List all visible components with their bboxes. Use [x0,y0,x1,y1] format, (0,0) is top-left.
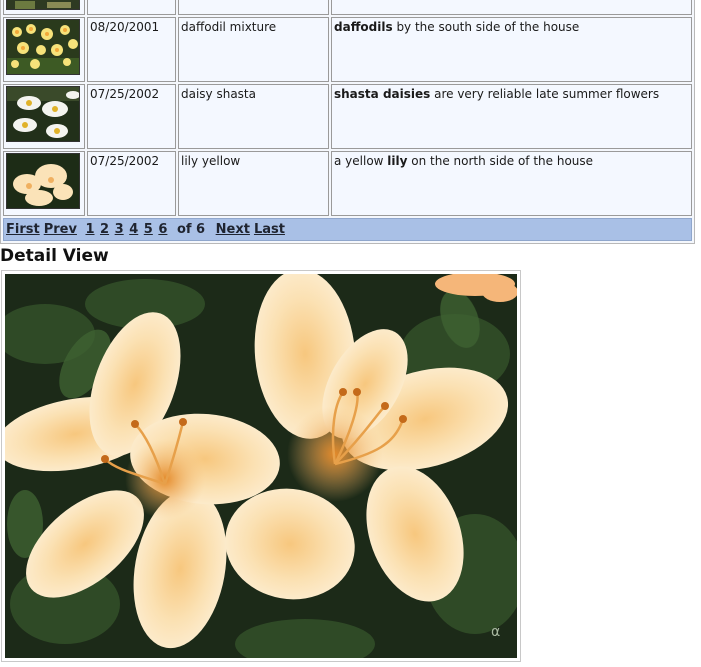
pager-page-link[interactable]: 1 [85,222,94,237]
photo-grid: 08/20/2001 daffodil mixture daffodils by… [0,0,695,244]
desc-post: are very reliable late summer flowers [430,87,660,101]
date-cell [87,0,176,15]
pager-last-link[interactable]: Last [254,222,285,237]
thumb-cell [3,84,85,149]
pager-next-link[interactable]: Next [216,222,250,237]
pager-page-count: of 6 [176,222,206,237]
pager-first-link[interactable]: First [6,222,40,237]
desc-pre: a yellow [334,154,388,168]
name-cell [178,0,329,15]
pager-page-link[interactable]: 2 [100,222,109,237]
thumb-cell [3,151,85,216]
table-row[interactable]: 07/25/2002 daisy shasta shasta daisies a… [3,84,692,149]
name-cell: lily yellow [178,151,329,216]
pager-bar: First Prev 1 2 3 4 5 6 of 6 Next Last [3,218,692,241]
yellow-lily-photo: α [5,274,517,658]
table-row[interactable]: 08/20/2001 daffodil mixture daffodils by… [3,17,692,82]
description-cell [331,0,692,15]
pager-page-link[interactable]: 5 [144,222,153,237]
desc-post: on the north side of the house [407,154,594,168]
daffodil-thumbnail[interactable] [6,19,80,75]
date-cell: 07/25/2002 [87,84,176,149]
lily-thumbnail[interactable] [6,153,80,209]
name-cell: daisy shasta [178,84,329,149]
description-cell: shasta daisies are very reliable late su… [331,84,692,149]
image-watermark: α [491,624,500,640]
description-cell: daffodils by the south side of the house [331,17,692,82]
pager-page-link[interactable]: 6 [158,222,167,237]
desc-keyword: lily [387,154,408,168]
photo-table: 08/20/2001 daffodil mixture daffodils by… [1,0,694,218]
pager-page-link[interactable]: 3 [115,222,124,237]
daisy-thumbnail[interactable] [6,86,80,142]
detail-view-heading: Detail View [0,246,109,266]
desc-keyword: daffodils [334,20,393,34]
detail-image-frame: α [1,270,521,662]
thumb-cell [3,17,85,82]
desc-post: by the south side of the house [392,20,580,34]
thumb-cell [3,0,85,15]
pager-prev-link[interactable]: Prev [44,222,77,237]
name-cell: daffodil mixture [178,17,329,82]
date-cell: 08/20/2001 [87,17,176,82]
pager-page-link[interactable]: 4 [129,222,138,237]
table-row[interactable]: 07/25/2002 lily yellow a yellow lily on … [3,151,692,216]
date-cell: 07/25/2002 [87,151,176,216]
description-cell: a yellow lily on the north side of the h… [331,151,692,216]
partial-thumbnail[interactable] [6,0,80,10]
table-row[interactable] [3,0,692,15]
desc-keyword: shasta daisies [334,87,431,101]
